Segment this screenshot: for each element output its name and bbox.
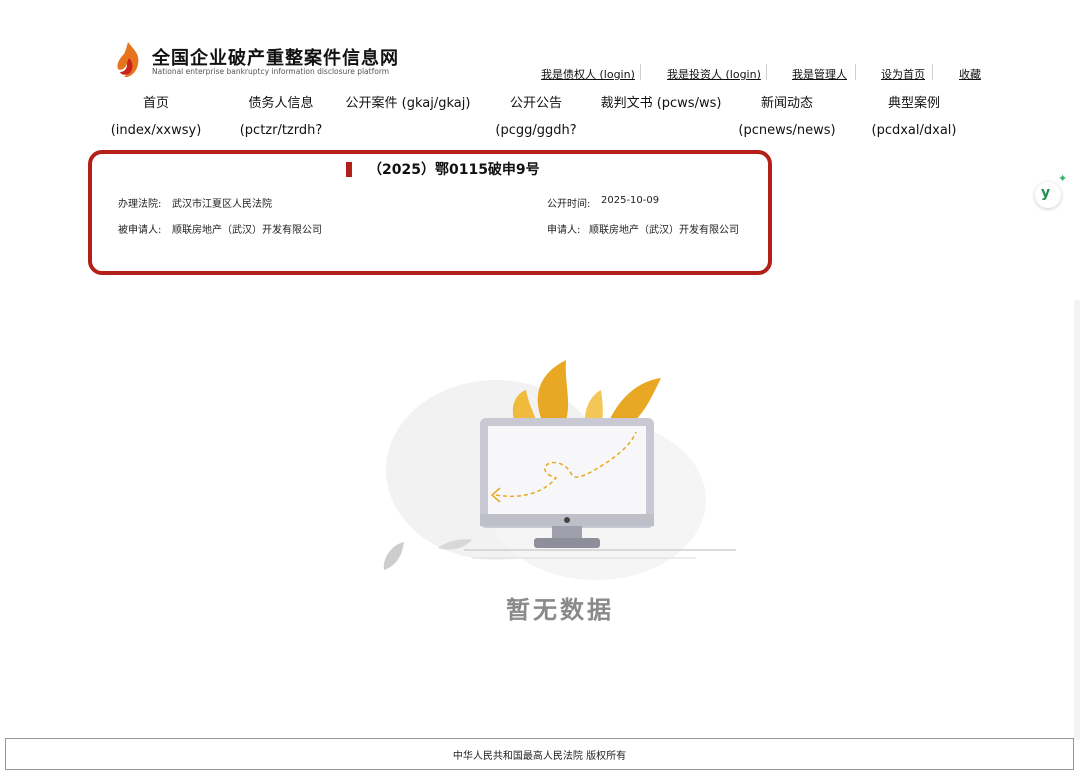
divider xyxy=(766,64,767,80)
title-marker xyxy=(346,162,352,177)
bookmark-link[interactable]: 收藏 xyxy=(959,66,981,82)
publish-date-label: 公开时间: xyxy=(547,199,591,210)
court-label: 办理法院: xyxy=(118,199,162,210)
set-homepage-link[interactable]: 设为首页 xyxy=(881,66,925,82)
administrator-link[interactable]: 我是管理人 xyxy=(792,66,847,82)
nav-news[interactable]: 新闻动态 (pcnews/news) xyxy=(736,90,838,144)
publish-date-value: 2025-10-09 xyxy=(601,195,660,206)
case-number[interactable]: （2025）鄂0115破申9号 xyxy=(368,159,540,179)
copyright-text: 中华人民共和国最高人民法院 版权所有 xyxy=(452,751,627,762)
divider xyxy=(932,64,933,80)
y-assistant-icon[interactable]: y xyxy=(1035,182,1061,208)
divider xyxy=(640,64,641,80)
nav-home[interactable]: 首页 (index/xxwsy) xyxy=(96,90,216,144)
site-subtitle: National enterprise bankruptcy informati… xyxy=(152,67,390,76)
flame-logo-icon xyxy=(117,42,139,78)
divider xyxy=(855,64,856,80)
empty-state-text: 暂无数据 xyxy=(506,596,614,624)
respondent-label: 被申请人: xyxy=(118,225,162,236)
footer: 中华人民共和国最高人民法院 版权所有 xyxy=(5,738,1074,770)
court-value: 武汉市江夏区人民法院 xyxy=(172,199,272,210)
investor-login-link[interactable]: 我是投资人 (login) xyxy=(667,66,761,82)
nav-typical-cases[interactable]: 典型案例 (pcdxal/dxal) xyxy=(866,90,962,144)
sparkle-icon: ✦ xyxy=(1058,172,1068,185)
nav-public-cases[interactable]: 公开案件 (gkaj/gkaj) xyxy=(345,90,471,117)
scrollbar-track[interactable] xyxy=(1074,300,1080,740)
empty-data-illustration xyxy=(383,360,736,580)
creditor-login-link[interactable]: 我是债权人 (login) xyxy=(541,66,635,82)
site-logo[interactable]: 全国企业破产重整案件信息网 National enterprise bankru… xyxy=(112,40,402,84)
nav-judgments[interactable]: 裁判文书 (pcws/ws) xyxy=(600,90,722,117)
applicant-label: 申请人: xyxy=(547,225,581,236)
case-card[interactable]: （2025）鄂0115破申9号 办理法院: 武汉市江夏区人民法院 公开时间: 2… xyxy=(88,150,772,275)
applicant-value: 顺联房地产（武汉）开发有限公司 xyxy=(589,225,739,236)
respondent-value: 顺联房地产（武汉）开发有限公司 xyxy=(172,225,322,236)
